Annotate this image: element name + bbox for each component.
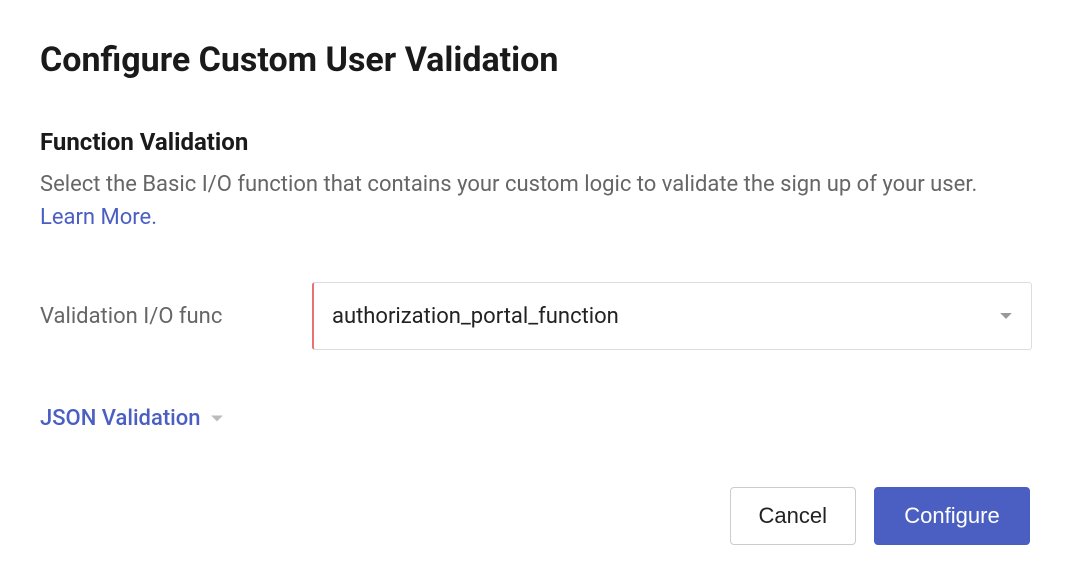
json-validation-label: JSON Validation (40, 406, 200, 431)
configure-button[interactable]: Configure (874, 487, 1030, 545)
button-row: Cancel Configure (40, 487, 1032, 545)
dropdown-selected-value: authorization_portal_function (332, 304, 619, 329)
validation-func-dropdown[interactable]: authorization_portal_function (312, 282, 1032, 350)
section-desc-text: Select the Basic I/O function that conta… (40, 172, 977, 197)
page-title: Configure Custom User Validation (40, 40, 1032, 80)
chevron-down-icon (999, 307, 1013, 326)
learn-more-link[interactable]: Learn More. (40, 205, 157, 230)
cancel-button[interactable]: Cancel (730, 487, 856, 545)
section-title: Function Validation (40, 128, 1032, 156)
chevron-down-icon (210, 409, 224, 428)
json-validation-toggle[interactable]: JSON Validation (40, 406, 224, 431)
section-description: Select the Basic I/O function that conta… (40, 168, 1032, 234)
validation-func-label: Validation I/O func (40, 304, 312, 329)
validation-func-row: Validation I/O func authorization_portal… (40, 282, 1032, 350)
